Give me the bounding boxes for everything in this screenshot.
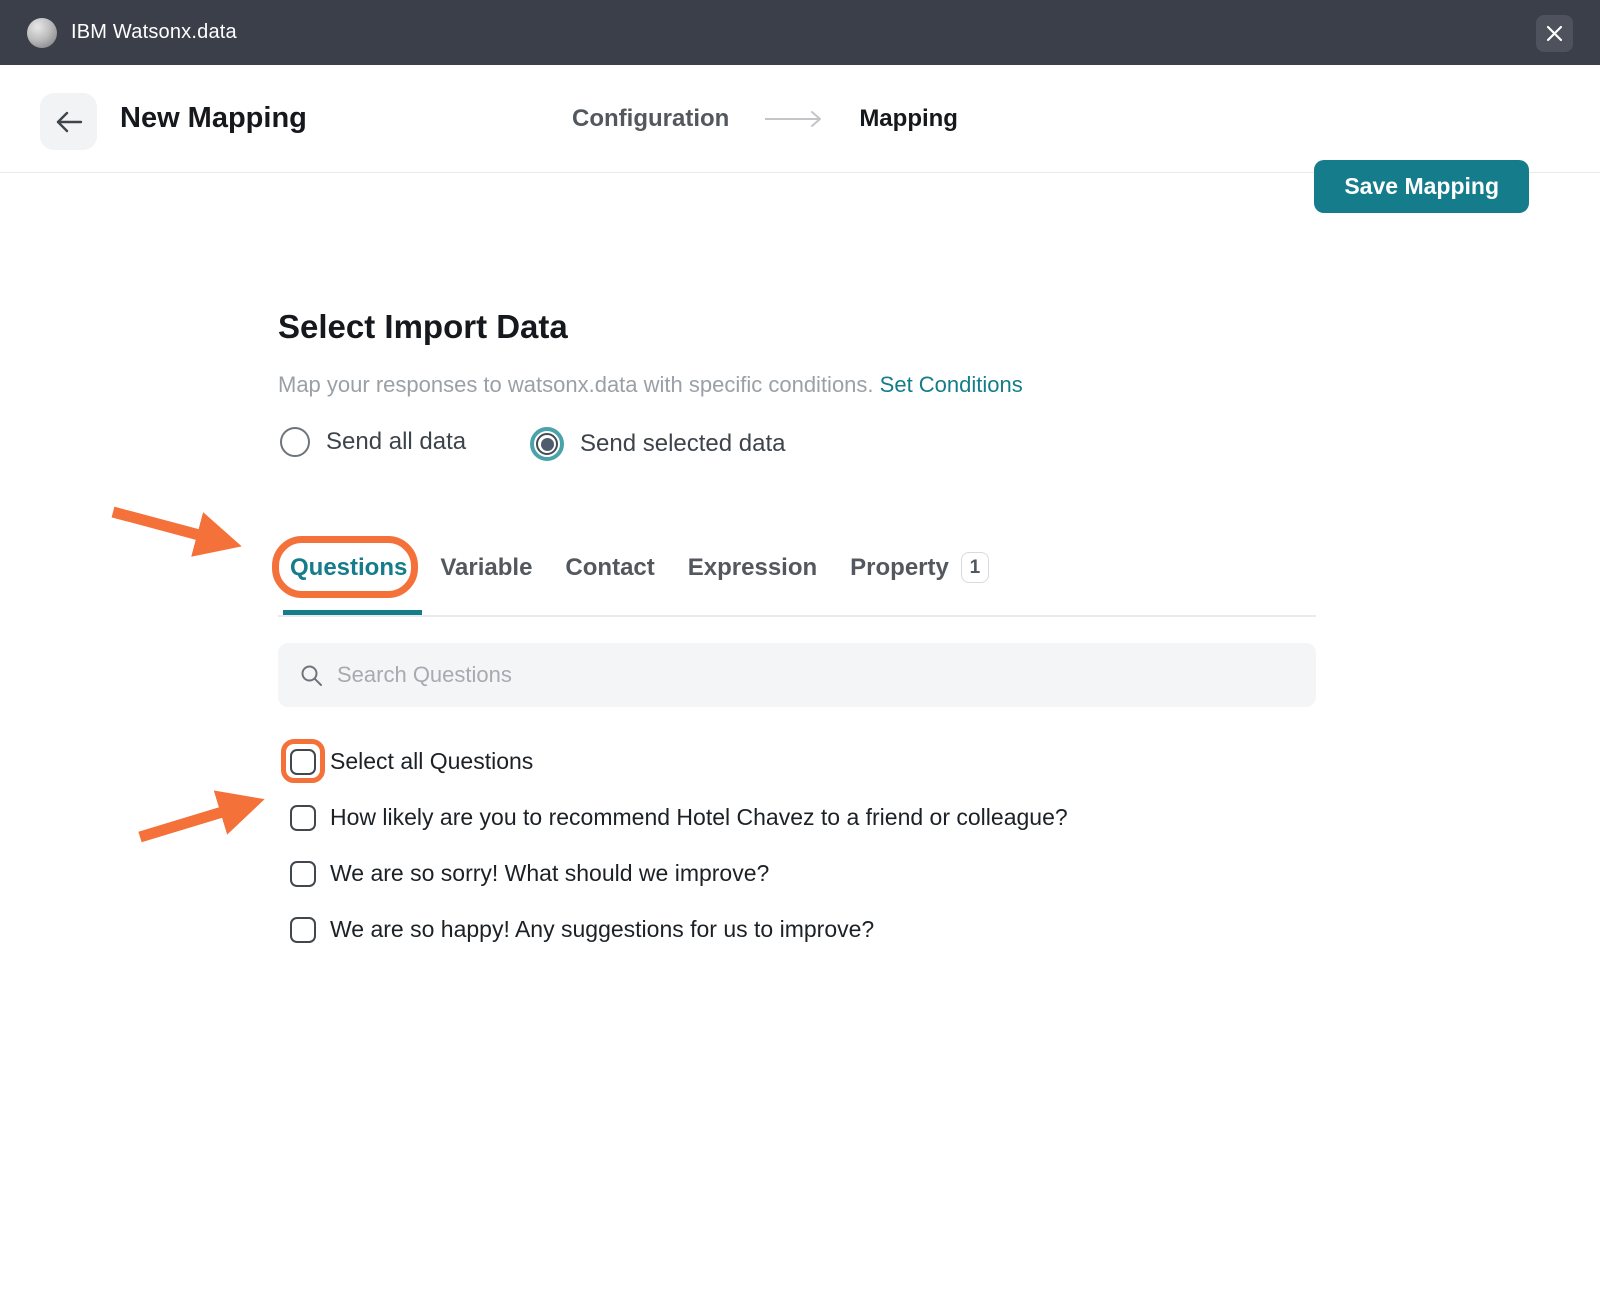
close-button[interactable] (1536, 15, 1573, 52)
search-icon (300, 664, 323, 687)
select-all-label: Select all Questions (330, 748, 533, 775)
back-button[interactable] (40, 93, 97, 150)
search-box[interactable] (278, 643, 1316, 707)
radio-label: Send selected data (580, 430, 786, 458)
radio-inner-ring (536, 433, 558, 455)
tab-property[interactable]: Property 1 (850, 552, 989, 583)
radio-label: Send all data (326, 428, 466, 456)
breadcrumb-step-mapping[interactable]: Mapping (859, 105, 958, 133)
watsonx-logo-icon (27, 18, 57, 48)
search-questions-input[interactable] (337, 662, 1237, 688)
question-checkbox[interactable] (290, 805, 316, 831)
subtitle-text: Map your responses to watsonx.data with … (278, 372, 874, 397)
radio-selected-icon[interactable] (530, 427, 564, 461)
breadcrumb-step-configuration[interactable]: Configuration (572, 105, 729, 133)
breadcrumb-arrow-icon (763, 110, 825, 128)
question-label: We are so happy! Any suggestions for us … (330, 916, 874, 943)
new-mapping-page: IBM Watsonx.data New Mapping Configurati… (0, 0, 1600, 1305)
radio-send-selected-data[interactable]: Send selected data (530, 427, 786, 461)
back-arrow-icon (53, 109, 85, 135)
annotation-arrow-to-tab (113, 512, 229, 543)
radio-send-all-data[interactable]: Send all data (280, 427, 466, 457)
question-row: We are so happy! Any suggestions for us … (290, 916, 874, 943)
section-subtitle: Map your responses to watsonx.data with … (278, 372, 1023, 398)
tab-questions[interactable]: Questions (290, 554, 407, 582)
titlebar: IBM Watsonx.data (0, 0, 1600, 65)
tab-bar: Questions Variable Contact Expression Pr… (290, 552, 989, 583)
question-label: We are so sorry! What should we improve? (330, 860, 769, 887)
close-icon (1546, 25, 1563, 42)
select-all-row: Select all Questions (290, 748, 533, 775)
tab-property-label: Property (850, 554, 949, 582)
question-row: How likely are you to recommend Hotel Ch… (290, 804, 1068, 831)
question-label: How likely are you to recommend Hotel Ch… (330, 804, 1068, 831)
section-heading: Select Import Data (278, 308, 568, 346)
annotation-arrow-to-checkbox (140, 803, 252, 837)
tab-property-badge: 1 (961, 552, 989, 583)
save-mapping-button[interactable]: Save Mapping (1314, 160, 1529, 213)
tab-divider (278, 615, 1316, 617)
select-all-checkbox[interactable] (290, 749, 316, 775)
breadcrumb: Configuration Mapping (572, 105, 958, 133)
radio-unselected-icon[interactable] (280, 427, 310, 457)
question-checkbox[interactable] (290, 917, 316, 943)
question-row: We are so sorry! What should we improve? (290, 860, 769, 887)
page-title: New Mapping (120, 102, 307, 135)
tab-expression[interactable]: Expression (688, 554, 817, 582)
header: New Mapping Configuration Mapping Save M… (0, 65, 1600, 173)
set-conditions-link[interactable]: Set Conditions (880, 372, 1023, 397)
tab-variable[interactable]: Variable (440, 554, 532, 582)
question-checkbox[interactable] (290, 861, 316, 887)
radio-dot (541, 438, 554, 451)
tab-contact[interactable]: Contact (565, 554, 654, 582)
app-title: IBM Watsonx.data (71, 21, 237, 44)
